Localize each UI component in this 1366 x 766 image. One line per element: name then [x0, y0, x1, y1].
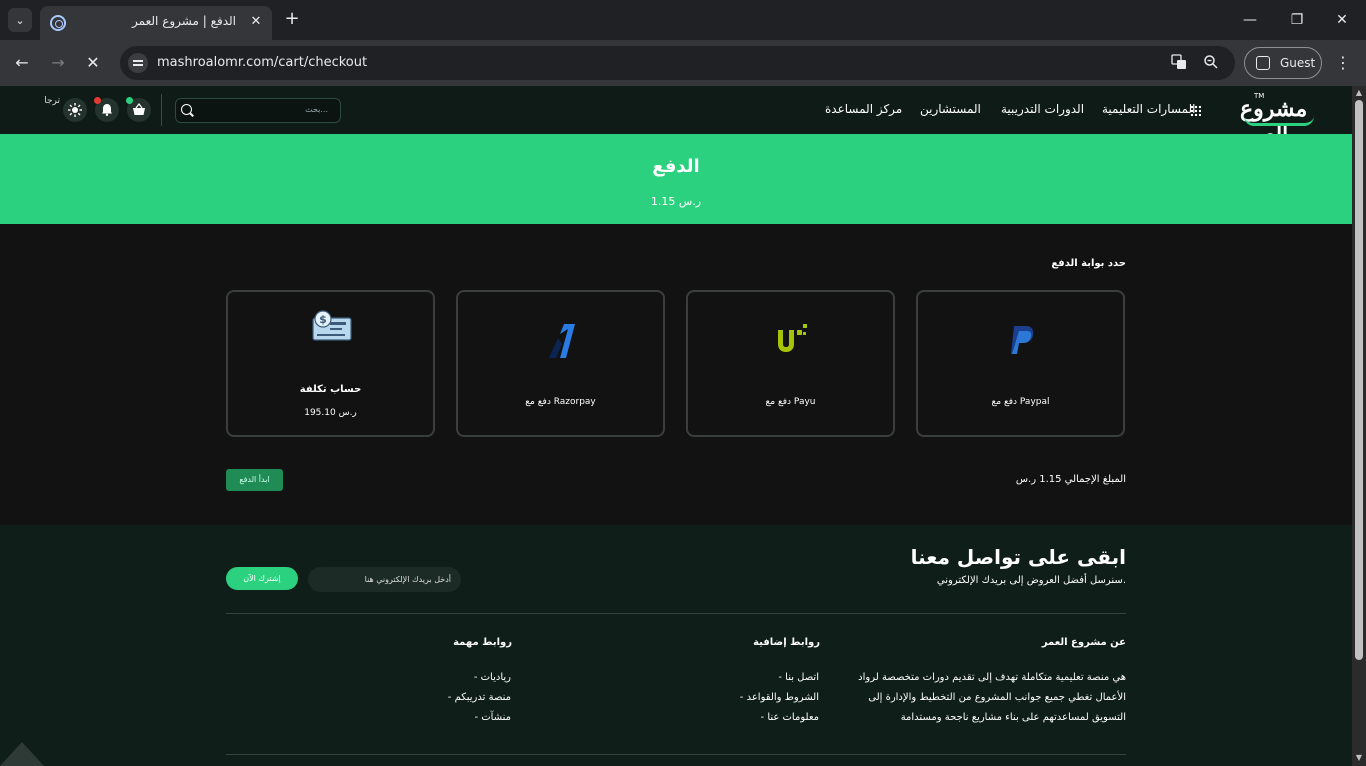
notifications-button[interactable]: [94, 97, 119, 122]
stop-loading-button[interactable]: ✕: [82, 52, 104, 74]
important-links-title: روابط مهمة: [453, 637, 512, 648]
gateway-card-razorpay[interactable]: دفع مع Razorpay: [456, 290, 665, 437]
footer-divider: [226, 754, 1126, 755]
browser-tab-strip: ⌄ الدفع | مشروع العمر ✕ + — ❐ ✕: [0, 0, 1366, 40]
browser-toolbar: ← → ✕ mashroalomr.com/cart/checkout Gues…: [0, 40, 1366, 86]
total-amount: المبلغ الإجمالي 1.15 ر.س: [1015, 474, 1126, 485]
tab-title: الدفع | مشروع العمر: [132, 14, 236, 28]
gateway-section-title: حدد بوابة الدفع: [1051, 258, 1126, 269]
bell-icon: [102, 104, 112, 116]
about-title: عن مشروع العمر: [1041, 637, 1126, 648]
newsletter-subtitle: سنرسل أفضل العروض إلى بريدك الإلكتروني.: [936, 575, 1126, 586]
tab-search-button[interactable]: ⌄: [8, 8, 32, 32]
notification-badge: [94, 97, 101, 104]
page-scrollbar[interactable]: ▲ ▼: [1352, 86, 1366, 766]
about-text-line: هي منصة تعليمية متكاملة تهدف إلى تقديم د…: [858, 672, 1126, 683]
restore-button[interactable]: ❐: [1287, 10, 1307, 30]
tab-close-icon[interactable]: ✕: [248, 14, 264, 30]
basket-icon: [133, 103, 145, 115]
banner-amount: 1.15 ر.س: [650, 195, 702, 208]
gateway-card-paypal[interactable]: دفع مع Paypal: [916, 290, 1125, 437]
profile-button[interactable]: Guest: [1244, 47, 1322, 79]
footer-link-terms[interactable]: - الشروط والقواعد: [680, 692, 819, 703]
about-text-line: التسويق لمساعدتهم على بناء مشاريع ناجحة …: [900, 712, 1126, 723]
profile-label: Guest: [1280, 56, 1316, 70]
forward-button[interactable]: →: [47, 52, 69, 74]
svg-text:$: $: [319, 313, 327, 326]
back-button[interactable]: ←: [11, 52, 33, 74]
footer-divider: [226, 613, 1126, 614]
gateway-label: دفع مع Razorpay: [525, 397, 596, 407]
loading-favicon-icon: [50, 15, 66, 31]
gateway-label: دفع مع Payu: [765, 397, 816, 407]
avatar[interactable]: ترجا: [36, 96, 60, 106]
nav-help-center[interactable]: مركز المساعدة: [825, 102, 902, 116]
site-info-icon[interactable]: [128, 53, 148, 73]
scroll-thumb[interactable]: [1355, 100, 1363, 660]
cart-badge: [126, 97, 133, 104]
nav-learning-paths[interactable]: المسارات التعليمية: [1102, 102, 1196, 116]
email-field[interactable]: أدخل بريدك الإلكتروني هنا: [308, 567, 461, 592]
subscribe-button[interactable]: إشترك الآن: [226, 567, 298, 590]
minimize-button[interactable]: —: [1240, 10, 1260, 30]
nav-courses[interactable]: الدورات التدريبية: [1001, 102, 1084, 116]
active-tab[interactable]: الدفع | مشروع العمر ✕: [40, 6, 272, 40]
logo-swoosh: [1244, 116, 1314, 126]
scroll-up-arrow-icon[interactable]: ▲: [1355, 89, 1363, 97]
gateway-price: 195.10 ر.س: [304, 408, 357, 418]
site-header: TM مشروع العمر المسارات التعليمية الدورا…: [0, 86, 1352, 148]
theme-toggle-button[interactable]: [63, 98, 87, 122]
search-placeholder: بحث...: [305, 105, 328, 114]
window-close-button[interactable]: ✕: [1332, 10, 1352, 30]
main-nav: المسارات التعليمية الدورات التدريبية الم…: [820, 86, 1210, 134]
site-logo[interactable]: TM مشروع العمر: [1240, 92, 1322, 148]
scroll-to-top-button[interactable]: [0, 742, 44, 766]
start-payment-button[interactable]: ابدأ الدفع: [226, 469, 283, 491]
header-divider: [161, 94, 162, 126]
nav-consultants[interactable]: المستشارين: [920, 102, 981, 116]
newsletter-title: ابقى على تواصل معنا: [910, 545, 1126, 569]
search-icon[interactable]: [181, 104, 192, 115]
gateway-card-payu[interactable]: دفع مع Payu: [686, 290, 895, 437]
sun-icon: [68, 103, 82, 117]
razorpay-icon: [549, 324, 575, 358]
gateway-label: دفع مع Paypal: [991, 397, 1050, 407]
gateway-title: حساب تكلفة: [299, 384, 362, 395]
footer-link-riyadiyat[interactable]: - رياديات: [372, 672, 511, 683]
footer-link-tadribkom[interactable]: - منصة تدريبكم: [372, 692, 511, 703]
address-bar[interactable]: mashroalomr.com/cart/checkout: [120, 46, 1235, 80]
cheque-icon: $: [312, 310, 352, 341]
site-footer: ابقى على تواصل معنا سنرسل أفضل العروض إل…: [0, 525, 1352, 766]
profile-icon: [1256, 56, 1270, 70]
page-title: الدفع: [652, 156, 700, 177]
new-tab-button[interactable]: +: [282, 9, 302, 29]
scroll-down-arrow-icon[interactable]: ▼: [1355, 754, 1363, 762]
page-viewport: TM مشروع العمر المسارات التعليمية الدورا…: [0, 86, 1352, 766]
cart-button[interactable]: [126, 97, 151, 122]
gateway-card-bank-account[interactable]: $ حساب تكلفة 195.10 ر.س: [226, 290, 435, 437]
search-input[interactable]: بحث...: [175, 98, 341, 123]
footer-link-contact[interactable]: - اتصل بنا: [680, 672, 819, 683]
footer-link-monshaat[interactable]: - منشآت: [372, 712, 511, 723]
checkout-banner: الدفع 1.15 ر.س: [0, 134, 1352, 224]
browser-menu-icon[interactable]: ⋮: [1335, 52, 1351, 74]
email-placeholder: أدخل بريدك الإلكتروني هنا: [364, 575, 451, 584]
url-text[interactable]: mashroalomr.com/cart/checkout: [157, 55, 367, 70]
extra-links-title: روابط إضافية: [753, 637, 820, 648]
payu-icon: [778, 324, 807, 352]
paypal-icon: [1011, 326, 1034, 354]
zoom-icon[interactable]: [1202, 54, 1220, 72]
footer-link-about[interactable]: - معلومات عنا: [680, 712, 819, 723]
about-text-line: الأعمال تغطي جميع جوانب المشروع من التخط…: [868, 692, 1126, 703]
translate-icon[interactable]: [1170, 54, 1188, 72]
